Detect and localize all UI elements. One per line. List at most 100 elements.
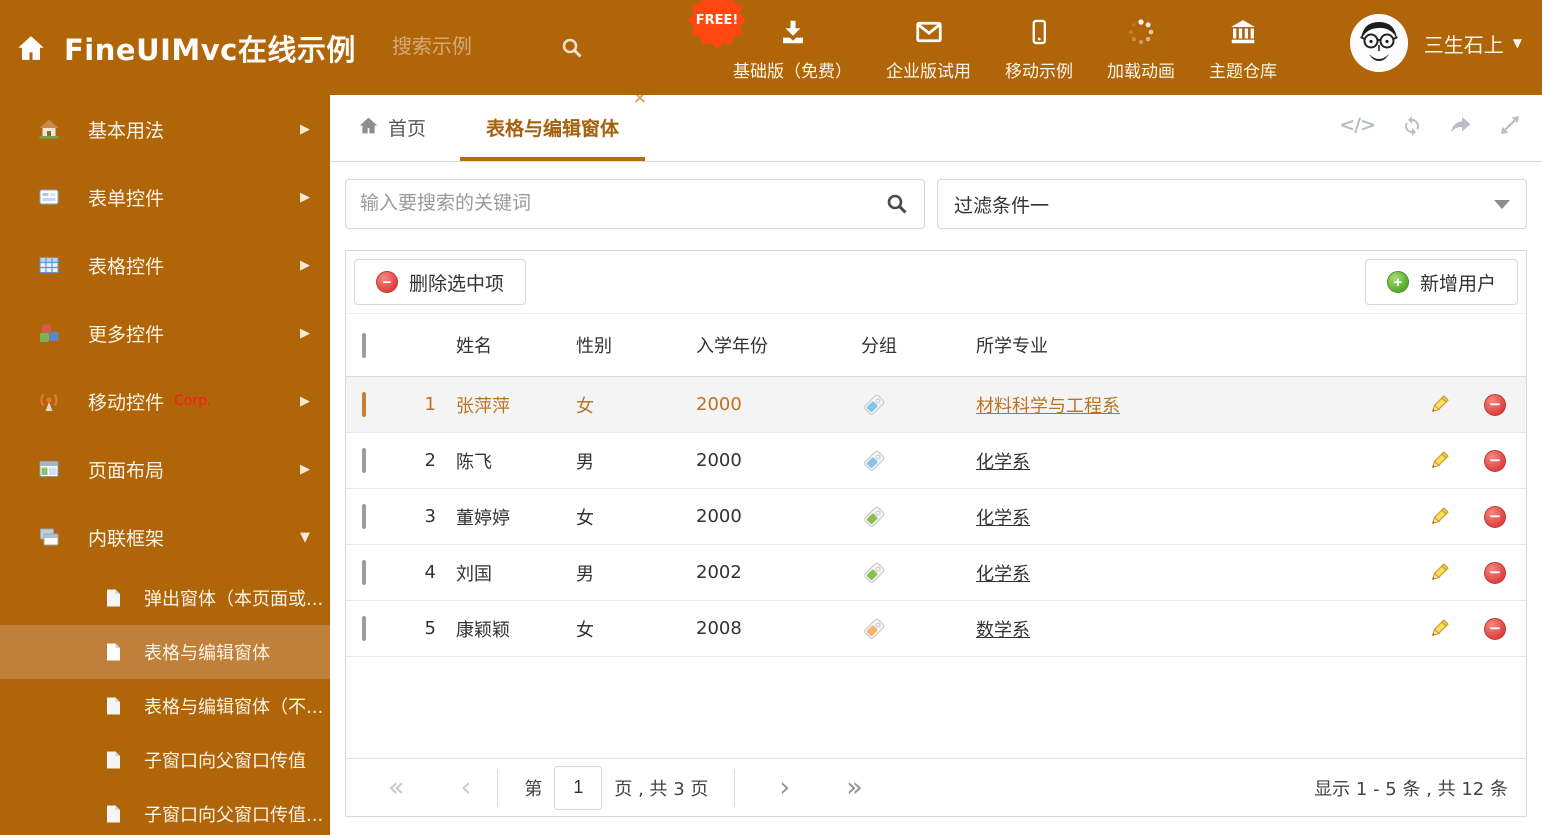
- sidebar-subitem-label: 表格与编辑窗体（不...: [144, 697, 324, 718]
- edit-icon[interactable]: [1414, 393, 1464, 416]
- nav-item-enterprise-trial[interactable]: 企业版试用: [869, 14, 988, 82]
- delete-icon[interactable]: −: [1484, 393, 1506, 416]
- search-icon[interactable]: [885, 192, 909, 216]
- plus-circle-icon: +: [1386, 271, 1409, 293]
- sidebar-item-iframe[interactable]: 内联框架 ▼: [0, 503, 330, 571]
- sidebar-item-basic-usage[interactable]: 基本用法 ▶: [0, 95, 330, 163]
- cell-gender: 女: [576, 619, 594, 641]
- sidebar-subitem-popup-window[interactable]: 弹出窗体（本页面或...: [0, 571, 330, 625]
- row-index: 2: [424, 450, 436, 471]
- avatar[interactable]: [1349, 14, 1408, 72]
- cell-gender: 女: [576, 507, 594, 529]
- sidebar-item-mobile-controls[interactable]: 移动控件 Corp. ▶: [0, 367, 330, 435]
- grid-empty-area: [346, 657, 1526, 758]
- row-checkbox[interactable]: [362, 504, 366, 529]
- cell-name: 陈飞: [456, 451, 492, 473]
- mobile-icon: [1025, 14, 1053, 50]
- row-checkbox[interactable]: [362, 560, 366, 585]
- edit-icon[interactable]: [1414, 617, 1464, 640]
- user-name[interactable]: 三生石上: [1424, 29, 1504, 58]
- row-index: 5: [424, 618, 436, 639]
- filter-dropdown-value: 过滤条件一: [954, 194, 1050, 217]
- row-checkbox[interactable]: [362, 448, 366, 473]
- sidebar: 基本用法 ▶ 表单控件 ▶ 表格控件 ▶ 更多控件 ▶ 移动控件 Corp. ▶: [0, 95, 330, 835]
- major-link[interactable]: 材料科学与工程系: [976, 396, 1120, 417]
- sidebar-item-grid-controls[interactable]: 表格控件 ▶: [0, 231, 330, 299]
- refresh-icon[interactable]: [1400, 113, 1424, 137]
- first-page-button[interactable]: «: [388, 774, 405, 801]
- keyword-search-box: [345, 179, 925, 229]
- sidebar-item-page-layout[interactable]: 页面布局 ▶: [0, 435, 330, 503]
- table-header-row: 姓名 性别 入学年份 分组 所学专业: [346, 314, 1526, 377]
- sidebar-subitem-label: 子窗口向父窗口传值...: [144, 805, 324, 826]
- page-input[interactable]: [554, 765, 603, 810]
- tab-grid-edit-window[interactable]: 表格与编辑窗体 ×: [460, 88, 647, 161]
- edit-icon[interactable]: [1414, 505, 1464, 528]
- antenna-icon: [38, 390, 60, 412]
- nav-item-basic-version[interactable]: 基础版（免费）: [716, 14, 869, 82]
- filter-dropdown[interactable]: 过滤条件一: [937, 179, 1527, 229]
- chevron-right-icon: ▶: [300, 393, 310, 409]
- nav-item-loading-animation[interactable]: 加载动画: [1090, 14, 1192, 82]
- header-nav: 基础版（免费） 企业版试用 移动示例 加载动画 主题仓库: [716, 14, 1294, 82]
- expand-icon[interactable]: [1498, 113, 1522, 137]
- share-icon[interactable]: [1449, 113, 1473, 137]
- major-link[interactable]: 化学系: [976, 508, 1030, 529]
- chevron-right-icon: ▶: [300, 121, 310, 137]
- sidebar-subitem-grid-edit-window[interactable]: 表格与编辑窗体: [0, 625, 330, 679]
- nav-item-mobile-demo[interactable]: 移动示例: [988, 14, 1090, 82]
- sidebar-subitem-child-to-parent[interactable]: 子窗口向父窗口传值: [0, 733, 330, 787]
- prev-page-button[interactable]: ‹: [461, 774, 472, 801]
- add-user-button[interactable]: + 新增用户: [1364, 259, 1518, 305]
- grid-panel: − 删除选中项 + 新增用户 姓名 性别 入学年份 分组 所学专业 1 张萍萍 …: [345, 250, 1527, 817]
- caret-down-icon[interactable]: ▼: [1513, 36, 1522, 50]
- chevron-right-icon: ▶: [300, 189, 310, 205]
- corp-badge: Corp.: [174, 393, 212, 409]
- code-icon[interactable]: </>: [1339, 114, 1376, 136]
- sidebar-item-more-controls[interactable]: 更多控件 ▶: [0, 299, 330, 367]
- row-checkbox[interactable]: [362, 392, 366, 417]
- sidebar-item-form-controls[interactable]: 表单控件 ▶: [0, 163, 330, 231]
- edit-icon[interactable]: [1414, 561, 1464, 584]
- select-all-checkbox[interactable]: [362, 332, 366, 358]
- table-row[interactable]: 1 张萍萍 女 2000 材料科学与工程系 −: [346, 377, 1526, 433]
- sidebar-subitem-child-to-parent-2[interactable]: 子窗口向父窗口传值...: [0, 787, 330, 835]
- home-icon[interactable]: [16, 33, 46, 63]
- delete-icon[interactable]: −: [1484, 561, 1506, 584]
- page-suffix: 页 , 共 3 页: [614, 778, 709, 800]
- delete-icon[interactable]: −: [1484, 617, 1506, 640]
- next-page-button[interactable]: ›: [779, 774, 790, 801]
- pagination-bar: « ‹ 第 页 , 共 3 页 › » 显示 1 - 5 条 , 共 12 条: [346, 758, 1526, 816]
- nav-item-theme-repo[interactable]: 主题仓库: [1192, 14, 1294, 82]
- search-icon[interactable]: [560, 36, 584, 60]
- major-link[interactable]: 数学系: [976, 620, 1030, 641]
- cell-name: 董婷婷: [456, 507, 510, 529]
- major-link[interactable]: 化学系: [976, 564, 1030, 585]
- cell-year: 2002: [696, 562, 742, 583]
- delete-icon[interactable]: −: [1484, 449, 1506, 472]
- major-link[interactable]: 化学系: [976, 452, 1030, 473]
- last-page-button[interactable]: »: [846, 774, 863, 801]
- sidebar-item-label: 基本用法: [88, 119, 165, 142]
- tag-icon: [861, 616, 976, 642]
- tab-home[interactable]: 首页: [358, 114, 426, 161]
- table-row[interactable]: 5 康颖颖 女 2008 数学系 −: [346, 601, 1526, 657]
- delete-icon[interactable]: −: [1484, 505, 1506, 528]
- delete-selected-button[interactable]: − 删除选中项: [354, 259, 527, 305]
- page-icon: [103, 750, 123, 770]
- row-checkbox[interactable]: [362, 616, 366, 641]
- user-menu[interactable]: 三生石上 ▼: [1349, 14, 1522, 72]
- keyword-search-input[interactable]: [346, 193, 885, 215]
- table-row[interactable]: 3 董婷婷 女 2000 化学系 −: [346, 489, 1526, 545]
- column-header-group: 分组: [861, 336, 897, 357]
- record-summary: 显示 1 - 5 条 , 共 12 条: [1314, 778, 1508, 800]
- home-color-icon: [38, 118, 60, 140]
- edit-icon[interactable]: [1414, 449, 1464, 472]
- table-row[interactable]: 2 陈飞 男 2000 化学系 −: [346, 433, 1526, 489]
- sidebar-item-label: 表单控件: [88, 187, 165, 210]
- grid-toolbar: − 删除选中项 + 新增用户: [346, 251, 1526, 314]
- table-row[interactable]: 4 刘国 男 2002 化学系 −: [346, 545, 1526, 601]
- header-search-input[interactable]: [389, 35, 544, 60]
- sidebar-subitem-grid-edit-window-2[interactable]: 表格与编辑窗体（不...: [0, 679, 330, 733]
- bank-icon: [1228, 14, 1258, 50]
